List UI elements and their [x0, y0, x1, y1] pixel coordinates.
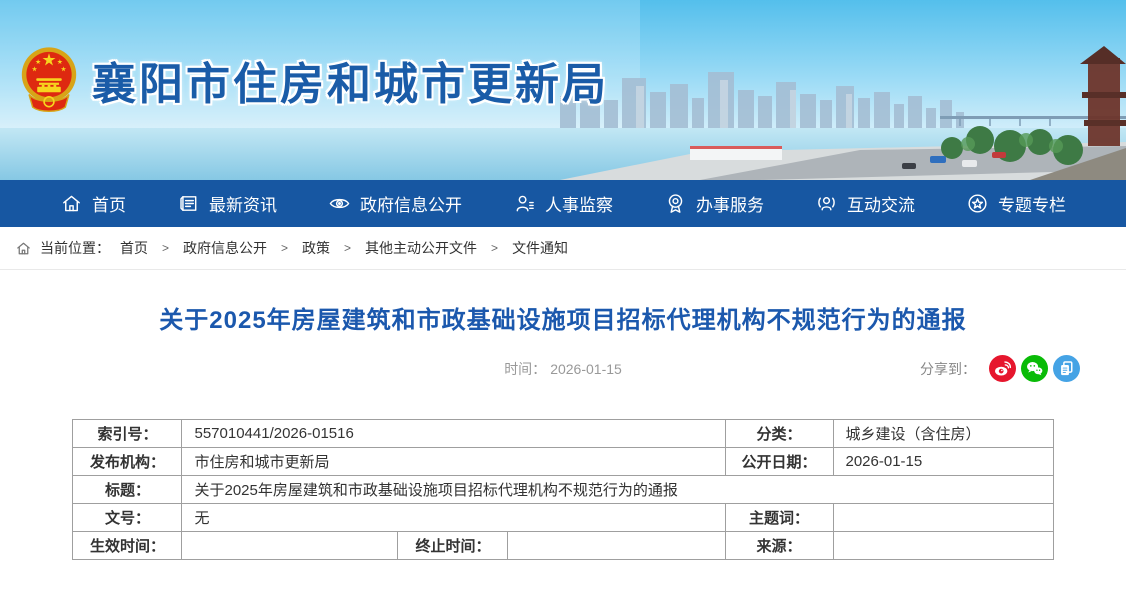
site-title: 襄阳市住房和城市更新局: [92, 48, 609, 112]
share-bar: 分享到：: [920, 355, 1080, 382]
issuing-agency-value: 市住房和城市更新局: [182, 448, 725, 476]
person-list-icon: [513, 192, 536, 215]
nav-item-gov-info[interactable]: 政府信息公开: [328, 191, 462, 216]
breadcrumb-link-policy[interactable]: 政策: [302, 238, 330, 258]
publish-date-label: 公开日期：: [725, 448, 833, 476]
article-meta: 时间：2026-01-15 分享到：: [0, 355, 1126, 383]
index-number-label: 索引号：: [73, 420, 182, 448]
doc-number-value: 无: [182, 504, 725, 532]
site-banner: 襄阳市住房和城市更新局: [0, 0, 1126, 180]
keywords-value: [833, 504, 1053, 532]
copy-doc-icon: [1056, 358, 1077, 379]
nav-item-interaction[interactable]: 互动交流: [815, 191, 915, 216]
breadcrumb-link-gov-info[interactable]: 政府信息公开: [183, 238, 267, 258]
expiry-date-value: [508, 532, 725, 560]
time-value: 2026-01-15: [550, 361, 622, 377]
nav-item-label: 最新资讯: [209, 191, 277, 216]
copy-share-button[interactable]: [1053, 355, 1080, 382]
source-value: [833, 532, 1053, 560]
table-row: 标题： 关于2025年房屋建筑和市政基础设施项目招标代理机构不规范行为的通报: [73, 476, 1053, 504]
star-circle-icon: [966, 192, 989, 215]
wechat-icon: [1024, 358, 1045, 379]
china-national-emblem-icon: [20, 42, 78, 118]
home-icon: [60, 192, 83, 215]
keywords-label: 主题词：: [725, 504, 833, 532]
table-row: 索引号： 557010441/2026-01516 分类： 城乡建设（含住房）: [73, 420, 1053, 448]
interact-icon: [815, 192, 838, 215]
doc-title-label: 标题：: [73, 476, 182, 504]
doc-title-value: 关于2025年房屋建筑和市政基础设施项目招标代理机构不规范行为的通报: [182, 476, 1053, 504]
nav-item-news[interactable]: 最新资讯: [177, 191, 277, 216]
breadcrumb-separator: >: [162, 241, 169, 255]
badge-icon: [664, 192, 687, 215]
table-row: 发布机构： 市住房和城市更新局 公开日期： 2026-01-15: [73, 448, 1053, 476]
weibo-icon: [992, 358, 1013, 379]
table-row: 生效时间： 终止时间： 来源：: [73, 532, 1053, 560]
publish-date-value: 2026-01-15: [833, 448, 1053, 476]
news-icon: [177, 192, 200, 215]
source-label: 来源：: [725, 532, 833, 560]
wechat-share-button[interactable]: [1021, 355, 1048, 382]
breadcrumb-link-doc-notice[interactable]: 文件通知: [512, 238, 568, 258]
breadcrumb-link-other-public-docs[interactable]: 其他主动公开文件: [365, 238, 477, 258]
issuing-agency-label: 发布机构：: [73, 448, 182, 476]
breadcrumb-location-label: 当前位置：: [40, 238, 110, 258]
nav-item-label: 互动交流: [847, 191, 915, 216]
nav-item-label: 人事监察: [545, 191, 613, 216]
effective-date-label: 生效时间：: [73, 532, 182, 560]
breadcrumb-separator: >: [281, 241, 288, 255]
nav-item-home[interactable]: 首页: [60, 191, 126, 216]
main-nav: 首页 最新资讯 政府信息公开 人事监察 办事服务 互动交流: [0, 180, 1126, 227]
breadcrumb: 当前位置： 首页 > 政府信息公开 > 政策 > 其他主动公开文件 > 文件通知: [0, 227, 1126, 270]
nav-item-label: 首页: [92, 191, 126, 216]
nav-item-services[interactable]: 办事服务: [664, 191, 764, 216]
category-value: 城乡建设（含住房）: [833, 420, 1053, 448]
breadcrumb-home-icon: [15, 240, 32, 257]
document-info-table: 索引号： 557010441/2026-01516 分类： 城乡建设（含住房） …: [72, 419, 1053, 560]
nav-item-label: 专题专栏: [998, 191, 1066, 216]
expiry-date-label: 终止时间：: [398, 532, 508, 560]
nav-item-personnel[interactable]: 人事监察: [513, 191, 613, 216]
nav-item-special-topics[interactable]: 专题专栏: [966, 191, 1066, 216]
breadcrumb-separator: >: [491, 241, 498, 255]
breadcrumb-separator: >: [344, 241, 351, 255]
share-label: 分享到：: [920, 359, 976, 379]
nav-item-label: 办事服务: [696, 191, 764, 216]
article-title: 关于2025年房屋建筑和市政基础设施项目招标代理机构不规范行为的通报: [0, 300, 1126, 335]
category-label: 分类：: [725, 420, 833, 448]
eye-icon: [328, 192, 351, 215]
table-row: 文号： 无 主题词：: [73, 504, 1053, 532]
nav-item-label: 政府信息公开: [360, 191, 462, 216]
time-label: 时间：: [504, 361, 546, 377]
index-number-value: 557010441/2026-01516: [182, 420, 725, 448]
doc-number-label: 文号：: [73, 504, 182, 532]
breadcrumb-link-home[interactable]: 首页: [120, 238, 148, 258]
effective-date-value: [182, 532, 398, 560]
weibo-share-button[interactable]: [989, 355, 1016, 382]
